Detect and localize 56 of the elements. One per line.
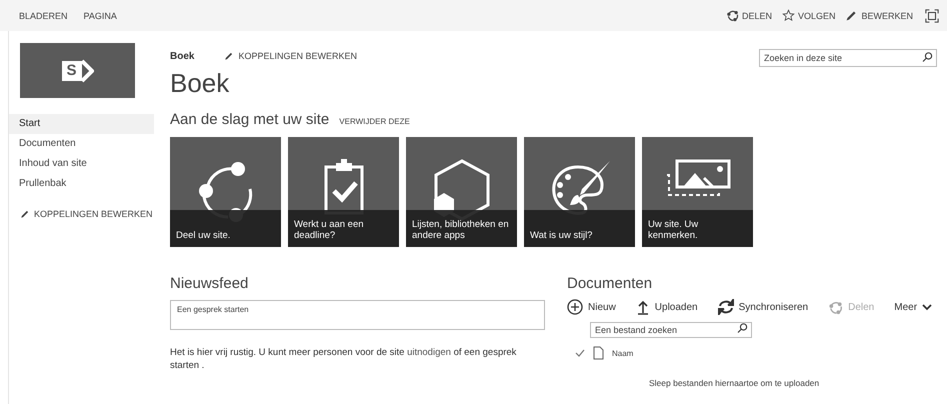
search-icon[interactable] [922,52,933,62]
section-title: Aan de slag met uw site [170,111,330,128]
tile[interactable]: Uw site. Uw kenmerken. [642,137,753,247]
tile[interactable]: Deel uw site. [170,137,281,247]
edit-links-link[interactable]: KOPPELINGEN BEWERKEN [20,209,154,219]
conversation-input[interactable]: Een gesprek starten [170,300,545,330]
logo-letter: S [62,60,82,80]
share-link[interactable]: DELEN [726,9,772,22]
chevron-down-icon [922,303,932,311]
tile-caption: Wat is uw stijl? [524,210,635,247]
document-icon [593,346,604,360]
tile[interactable]: Werkt u aan een deadline? [288,137,399,247]
ribbon-tab[interactable]: PAGINA [76,0,125,31]
edit-links-link[interactable]: KOPPELINGEN BEWERKEN [224,51,357,61]
empty-feed-message: Het is hier vrij rustig. U kunt meer personen voor de site uitnodigen of een gesprek starten . [170,346,518,372]
section-title: Documenten [567,275,654,292]
nav-link[interactable]: Inhoud van site [9,154,154,174]
sync-button[interactable]: Synchroniseren [718,299,808,315]
site-logo[interactable]: S [20,43,135,98]
share-icon [726,9,739,22]
nav-link[interactable]: Prullenbak [9,174,154,194]
upload-icon [636,299,650,315]
search-field[interactable]: Zoeken in deze site [759,49,937,67]
breadcrumb-link[interactable]: Boek [170,50,194,62]
pencil-icon [20,209,30,219]
file-search-field[interactable]: Een bestand zoeken [590,322,752,338]
column-header[interactable]: Naam [612,348,634,358]
tile-caption: Lijsten, bibliotheken en andere apps [406,210,517,247]
tile-caption: Deel uw site. [170,210,281,247]
new-button[interactable]: Nieuw [567,299,616,315]
drop-hint: Sleep bestanden hiernaartoe om te uploaden [649,378,820,388]
section-title: Nieuwsfeed [170,275,250,292]
sync-icon [718,299,734,315]
checkmark-icon [575,348,585,358]
image-icon [664,159,730,197]
tile-caption: Werkt u aan een deadline? [288,210,399,247]
pencil-icon [224,51,234,61]
follow-link[interactable]: VOLGEN [782,9,836,22]
star-icon [782,9,795,22]
invite-link[interactable]: uitnodigen [407,347,451,358]
share-icon [828,300,844,314]
nav-link[interactable]: Documenten [9,134,154,154]
tile[interactable]: Wat is uw stijl? [524,137,635,247]
page-title: Boek [170,68,230,98]
more-menu[interactable]: Meer [894,302,932,312]
tile-caption: Uw site. Uw kenmerken. [642,210,753,247]
pencil-icon [845,9,858,22]
upload-button[interactable]: Uploaden [636,299,698,315]
edit-link[interactable]: BEWERKEN [845,9,913,22]
plus-circle-icon [567,299,583,315]
dismiss-link[interactable]: VERWIJDER DEZE [339,117,410,126]
ribbon-tab[interactable]: BLADEREN [11,0,76,31]
tile[interactable]: Lijsten, bibliotheken en andere apps [406,137,517,247]
nav-link[interactable]: Start [9,114,154,134]
search-icon[interactable] [737,322,748,334]
focus-icon[interactable] [925,8,939,22]
